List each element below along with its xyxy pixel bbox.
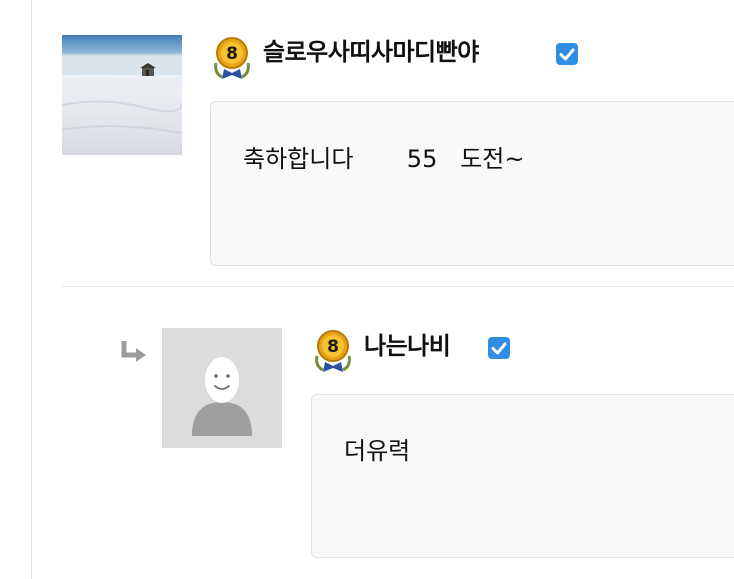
level-badge: 8 <box>210 35 254 81</box>
author-name[interactable]: 슬로우사띠사마디빤야 <box>263 37 479 67</box>
avatar[interactable] <box>162 328 282 448</box>
verified-check-icon <box>556 43 578 65</box>
thread-left-rule <box>31 0 32 579</box>
level-badge: 8 <box>311 328 355 374</box>
snowfield-photo-avatar <box>62 35 182 155</box>
comment-bubble: 더유력 <box>311 394 734 558</box>
avatar[interactable] <box>62 35 182 155</box>
comment-divider <box>62 286 734 287</box>
svg-text:8: 8 <box>226 44 238 64</box>
level-medal-icon: 8 <box>214 37 250 79</box>
reply-arrow-icon <box>120 339 148 365</box>
author-name[interactable]: 나는나비 <box>364 331 451 361</box>
comment-bubble: 축하합니다 55 도전~ <box>210 101 734 266</box>
verified-check-icon <box>488 337 510 359</box>
svg-text:8: 8 <box>327 337 339 357</box>
level-medal-icon: 8 <box>315 330 351 372</box>
comment-text: 축하합니다 55 도전~ <box>243 145 525 173</box>
comment-text: 더유력 <box>344 437 411 465</box>
default-user-avatar <box>162 328 282 448</box>
